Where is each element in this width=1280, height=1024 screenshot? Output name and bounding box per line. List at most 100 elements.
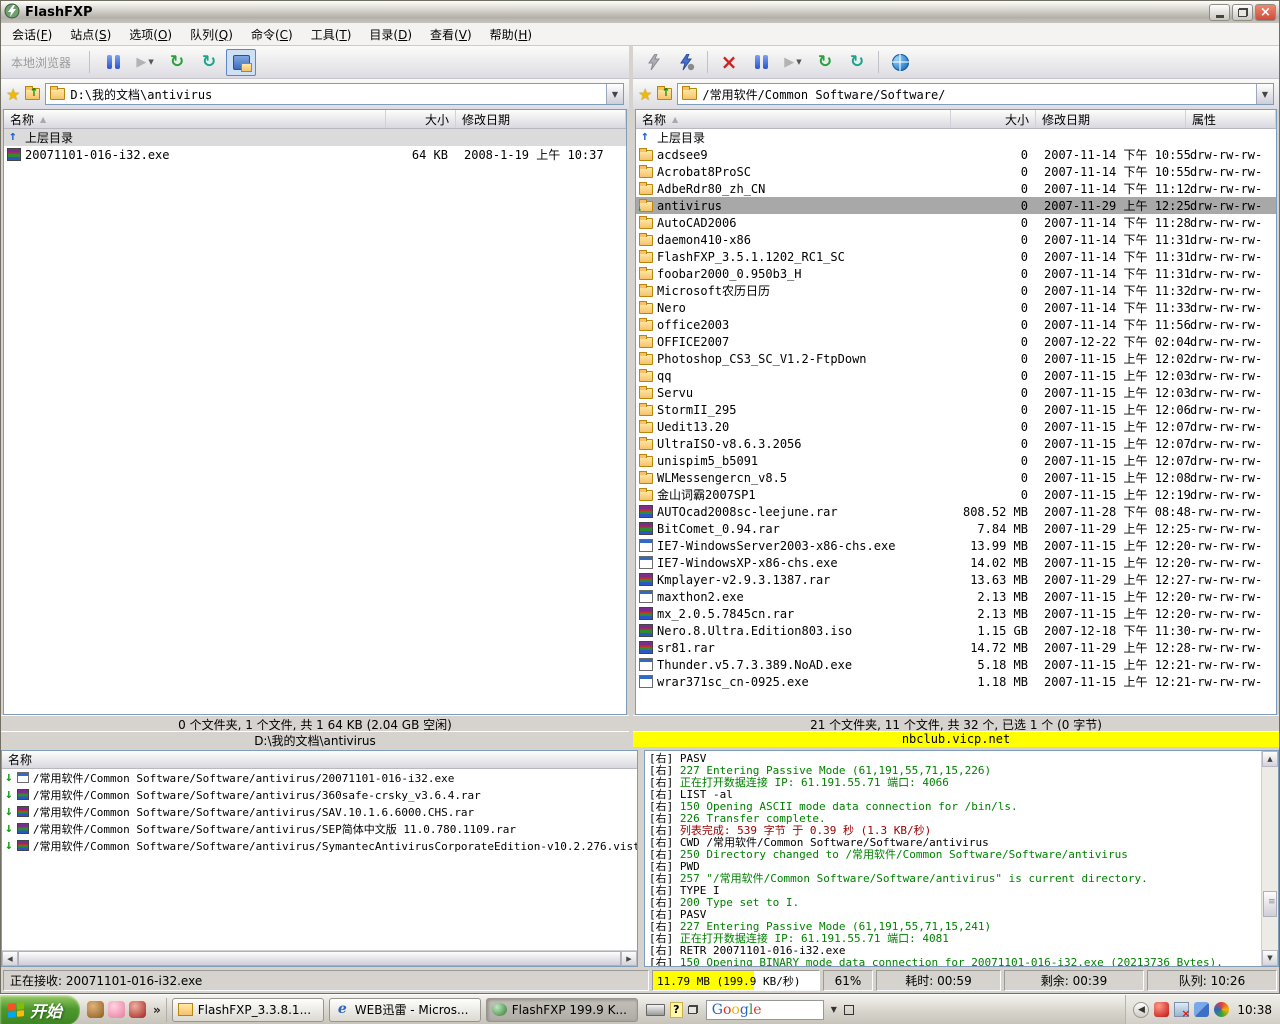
menu-item[interactable]: 会话(F)	[3, 23, 61, 46]
file-row[interactable]: IE7-WindowsServer2003-x86-chs.exe13.99 M…	[636, 537, 1276, 554]
netants-icon[interactable]	[87, 1001, 104, 1018]
remote-path-text[interactable]: /常用软件/Common Software/Software/	[702, 86, 1251, 103]
file-row[interactable]: AutoCAD200602007-11-14 下午 11:28drw-rw-rw…	[636, 214, 1276, 231]
folder-up-icon[interactable]	[657, 88, 672, 100]
scroll-up-icon[interactable]: ▲	[1262, 751, 1278, 767]
file-row[interactable]: IE7-WindowsXP-x86-chs.exe14.02 MB2007-11…	[636, 554, 1276, 571]
file-row[interactable]: unispim5_b509102007-11-15 上午 12:07drw-rw…	[636, 452, 1276, 469]
queue-item[interactable]: ↓/常用软件/Common Software/Software/antiviru…	[2, 769, 637, 786]
title-bar[interactable]: FlashFXP ×	[1, 1, 1279, 23]
bookmark-star-icon[interactable]: ★	[638, 85, 652, 104]
go-button[interactable]: ▶▼	[778, 49, 808, 76]
file-row[interactable]: BitComet_0.94.rar7.84 MB2007-11-29 上午 12…	[636, 520, 1276, 537]
file-row[interactable]: AUTOcad2008sc-leejune.rar808.52 MB2007-1…	[636, 503, 1276, 520]
abort-button[interactable]: ×	[714, 49, 744, 76]
menu-item[interactable]: 站点(S)	[61, 23, 120, 46]
file-row[interactable]: Kmplayer-v2.9.3.1387.rar13.63 MB2007-11-…	[636, 571, 1276, 588]
file-row[interactable]: WLMessengercn_v8.502007-11-15 上午 12:08dr…	[636, 469, 1276, 486]
scroll-track[interactable]	[1262, 767, 1278, 950]
scroll-thumb[interactable]	[1263, 891, 1277, 917]
file-row[interactable]: Microsoft农历日历02007-11-14 下午 11:32drw-rw-…	[636, 282, 1276, 299]
msn-tray-icon[interactable]	[1194, 1002, 1209, 1017]
column-header-date[interactable]: 修改日期	[456, 110, 626, 128]
column-header-name[interactable]: 名称▲	[4, 110, 386, 128]
file-row[interactable]: StormII_29502007-11-15 上午 12:06drw-rw-rw…	[636, 401, 1276, 418]
file-row[interactable]: Photoshop_CS3_SC_V1.2-FtpDown02007-11-15…	[636, 350, 1276, 367]
file-row[interactable]: Nero.8.Ultra.Edition803.iso1.15 GB2007-1…	[636, 622, 1276, 639]
file-row[interactable]: wrar371sc_cn-0925.exe1.18 MB2007-11-15 上…	[636, 673, 1276, 690]
local-path-combo[interactable]: D:\我的文档\antivirus ▼	[45, 83, 624, 105]
file-row[interactable]: acdsee902007-11-14 下午 10:55drw-rw-rw-	[636, 146, 1276, 163]
bookmark-star-icon[interactable]: ★	[6, 85, 20, 104]
scroll-left-icon[interactable]: ◀	[2, 951, 18, 966]
pause-button[interactable]	[98, 49, 128, 76]
file-row[interactable]: Thunder.v5.7.3.389.NoAD.exe5.18 MB2007-1…	[636, 656, 1276, 673]
menu-item[interactable]: 目录(D)	[360, 23, 421, 46]
browser-button[interactable]	[226, 49, 256, 76]
local-path-text[interactable]: D:\我的文档\antivirus	[70, 86, 601, 103]
scroll-right-icon[interactable]: ▶	[621, 951, 637, 966]
menu-item[interactable]: 队列(Q)	[181, 23, 242, 46]
quick-connect-button[interactable]	[639, 49, 669, 76]
transfer-button[interactable]: ↻	[810, 49, 840, 76]
menu-item[interactable]: 工具(T)	[302, 23, 361, 46]
connect-button[interactable]	[671, 49, 701, 76]
go-button[interactable]: ▶▼	[130, 49, 160, 76]
column-header-name[interactable]: 名称▲	[636, 110, 951, 128]
column-header-attr[interactable]: 属性	[1186, 110, 1276, 128]
taskbar-task-button[interactable]: FlashFXP 199.9 K...	[486, 998, 638, 1022]
file-row[interactable]: antivirus02007-11-29 上午 12:25drw-rw-rw-	[636, 197, 1276, 214]
quick-launch-overflow-icon[interactable]: »	[153, 1003, 161, 1017]
google-search-box[interactable]: Google	[706, 1000, 824, 1020]
file-row[interactable]: sr81.rar14.72 MB2007-11-29 上午 12:28-rw-r…	[636, 639, 1276, 656]
neterr-tray-icon[interactable]	[1174, 1002, 1189, 1017]
scroll-down-icon[interactable]: ▼	[1262, 950, 1278, 966]
file-row[interactable]: qq02007-11-15 上午 12:03drw-rw-rw-	[636, 367, 1276, 384]
queue-hscrollbar[interactable]: ◀ ▶	[2, 950, 637, 966]
file-row[interactable]: Nero02007-11-14 下午 11:33drw-rw-rw-	[636, 299, 1276, 316]
swirl-tray-icon[interactable]	[1214, 1002, 1229, 1017]
taskbar-task-button[interactable]: eWEB迅雷 - Micros...	[329, 998, 481, 1022]
log-vscrollbar[interactable]: ▲ ▼	[1261, 751, 1278, 966]
column-header-date[interactable]: 修改日期	[1036, 110, 1186, 128]
scroll-thumb[interactable]	[18, 951, 621, 966]
file-row[interactable]: UltraISO-v8.6.3.205602007-11-15 上午 12:07…	[636, 435, 1276, 452]
folder-up-icon[interactable]	[25, 88, 40, 100]
media-icon[interactable]	[129, 1001, 146, 1018]
queue-item[interactable]: ↓/常用软件/Common Software/Software/antiviru…	[2, 786, 637, 803]
file-row[interactable]: office200302007-11-14 下午 11:56drw-rw-rw-	[636, 316, 1276, 333]
column-header-size[interactable]: 大小	[386, 110, 456, 128]
file-row[interactable]: foobar2000_0.950b3_H02007-11-14 下午 11:31…	[636, 265, 1276, 282]
file-row[interactable]: Uedit13.2002007-11-15 上午 12:07drw-rw-rw-	[636, 418, 1276, 435]
queue-item[interactable]: ↓/常用软件/Common Software/Software/antiviru…	[2, 837, 637, 854]
google-dropdown-icon[interactable]: ▼	[829, 1005, 839, 1014]
file-row[interactable]: 上层目录	[636, 129, 1276, 146]
file-row[interactable]: Acrobat8ProSC02007-11-14 下午 10:55drw-rw-…	[636, 163, 1276, 180]
menu-item[interactable]: 选项(O)	[120, 23, 181, 46]
google-toolbar-icon[interactable]	[844, 1005, 854, 1015]
close-button[interactable]: ×	[1255, 4, 1276, 21]
file-row[interactable]: mx_2.0.5.7845cn.rar2.13 MB2007-11-15 上午 …	[636, 605, 1276, 622]
queue-header[interactable]: 名称	[2, 751, 637, 769]
file-row[interactable]: AdbeRdr80_zh_CN02007-11-14 下午 11:12drw-r…	[636, 180, 1276, 197]
file-row[interactable]: 金山词霸2007SP102007-11-15 上午 12:19drw-rw-rw…	[636, 486, 1276, 503]
column-header-size[interactable]: 大小	[951, 110, 1036, 128]
file-row[interactable]: Servu02007-11-15 上午 12:03drw-rw-rw-	[636, 384, 1276, 401]
web-button[interactable]	[885, 49, 915, 76]
thunder-tray-icon[interactable]	[1154, 1002, 1169, 1017]
keyboard-icon[interactable]	[646, 1004, 665, 1016]
file-row[interactable]: OFFICE200702007-12-22 下午 02:04drw-rw-rw-	[636, 333, 1276, 350]
help-icon[interactable]: ?	[670, 1002, 683, 1018]
start-button[interactable]: 开始	[0, 995, 80, 1024]
restore-button[interactable]	[1232, 4, 1253, 21]
file-row[interactable]: daemon410-x8602007-11-14 下午 11:31drw-rw-…	[636, 231, 1276, 248]
menu-item[interactable]: 帮助(H)	[481, 23, 541, 46]
pause-button[interactable]	[746, 49, 776, 76]
taskbar-task-button[interactable]: FlashFXP_3.3.8.1...	[172, 998, 324, 1022]
file-row[interactable]: maxthon2.exe2.13 MB2007-11-15 上午 12:20-r…	[636, 588, 1276, 605]
queue-item[interactable]: ↓/常用软件/Common Software/Software/antiviru…	[2, 803, 637, 820]
queue-item[interactable]: ↓/常用软件/Common Software/Software/antiviru…	[2, 820, 637, 837]
menu-item[interactable]: 查看(V)	[421, 23, 481, 46]
qq-icon[interactable]	[108, 1001, 125, 1018]
restore-toolbar-icon[interactable]	[688, 1005, 698, 1014]
